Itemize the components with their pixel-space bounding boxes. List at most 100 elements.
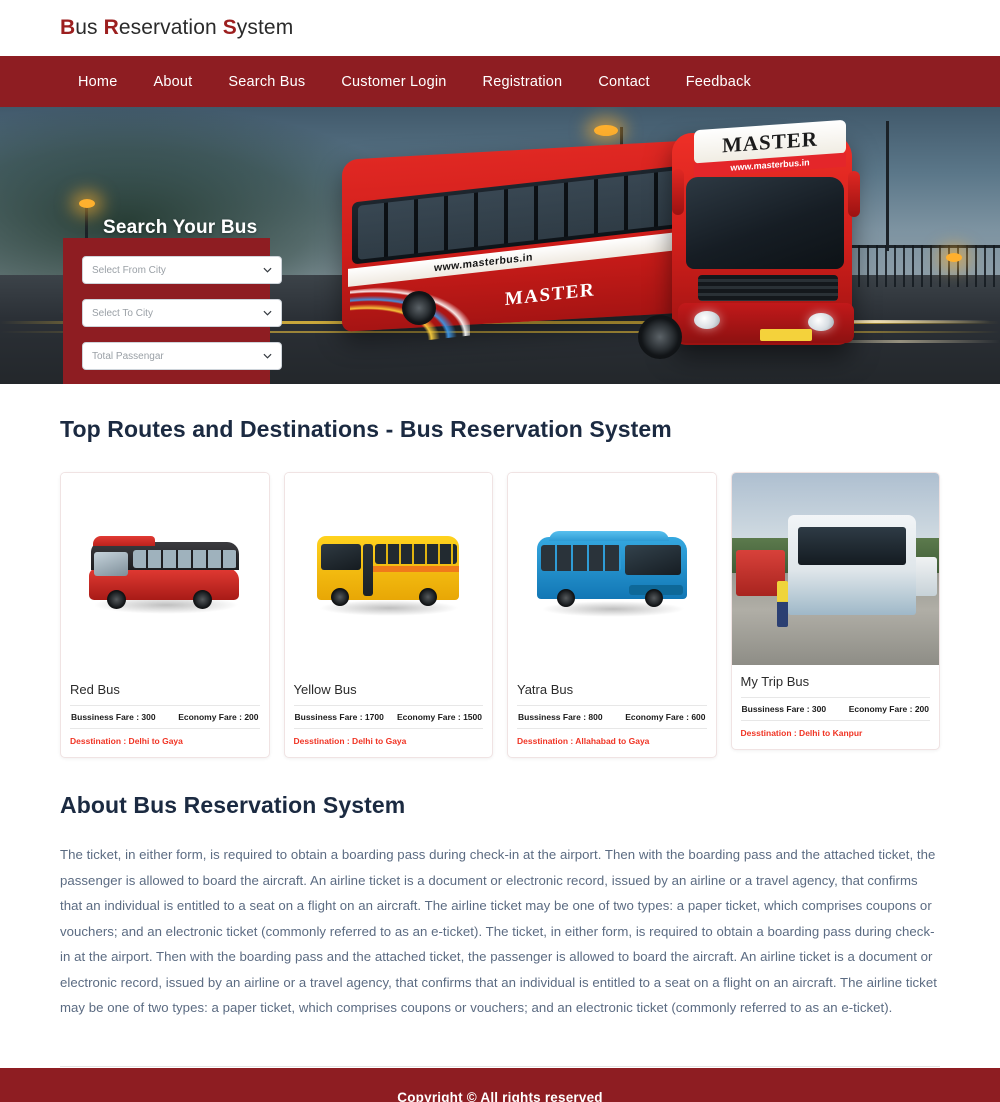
bus-door <box>363 544 374 596</box>
photo-person <box>777 580 788 627</box>
route-card-title: Yatra Bus <box>517 682 574 697</box>
to-city-placeholder: Select To City <box>92 307 153 319</box>
bus-windshield <box>93 552 128 576</box>
site-brand[interactable]: Bus Reservation System <box>60 16 293 40</box>
route-card-image-yatra-bus <box>508 473 716 673</box>
about-heading: About Bus Reservation System <box>60 792 406 818</box>
brand-word-reservation: eservation <box>118 16 223 39</box>
nav-item-contact[interactable]: Contact <box>580 66 667 98</box>
business-fare: Bussiness Fare : 300 <box>741 704 827 714</box>
business-fare: Bussiness Fare : 800 <box>518 712 603 722</box>
bus-mirror-right <box>848 171 860 217</box>
bus-mirror-left <box>672 169 684 215</box>
bus-orange-stripe <box>371 566 460 572</box>
route-card-image-red-bus <box>61 473 269 673</box>
economy-fare: Economy Fare : 200 <box>178 712 259 722</box>
main-navigation: Home About Search Bus Customer Login Reg… <box>0 56 1000 107</box>
nav-item-customer-login[interactable]: Customer Login <box>323 66 464 98</box>
top-routes-heading: Top Routes and Destinations - Bus Reserv… <box>60 416 672 442</box>
content-divider <box>60 1065 940 1067</box>
hero-banner: www.masterbus.in MASTER MASTER www.maste… <box>0 107 1000 384</box>
search-panel-title: Search Your Bus <box>103 217 258 238</box>
route-card-image-yellow-bus <box>284 473 492 673</box>
page-content: Top Routes and Destinations - Bus Reserv… <box>60 384 940 1021</box>
brand-letter-r: R <box>103 16 119 39</box>
chevron-down-icon <box>263 310 272 316</box>
route-card-title: My Trip Bus <box>740 674 810 689</box>
route-card-fares: Bussiness Fare : 300 Economy Fare : 200 <box>740 697 930 721</box>
nav-item-registration[interactable]: Registration <box>465 66 581 98</box>
brand-letter-b: B <box>60 16 76 39</box>
route-card-yatra-bus[interactable]: Yatra Bus Bussiness Fare : 800 Economy F… <box>507 472 717 758</box>
nav-item-search-bus[interactable]: Search Bus <box>210 66 323 98</box>
economy-fare: Economy Fare : 200 <box>848 704 929 714</box>
route-card-fares: Bussiness Fare : 300 Economy Fare : 200 <box>70 705 260 729</box>
bus-wheel-rear <box>419 588 438 606</box>
bus-roof <box>548 531 669 541</box>
photo-main-bus-window <box>797 526 906 566</box>
bus-side-windows <box>375 544 458 564</box>
bus-windshield <box>686 177 844 269</box>
bus-roof-accent <box>92 536 155 546</box>
total-passenger-select[interactable]: Total Passengar <box>82 342 282 370</box>
bus-license-plate <box>760 329 812 341</box>
economy-fare: Economy Fare : 600 <box>625 712 706 722</box>
from-city-placeholder: Select From City <box>92 264 166 276</box>
route-card-red-bus[interactable]: Red Bus Bussiness Fare : 300 Economy Far… <box>60 472 270 758</box>
brand-letter-s: S <box>222 16 237 39</box>
from-city-select[interactable]: Select From City <box>82 256 282 284</box>
bus-wheel-rear <box>556 589 575 607</box>
route-card-destination: Desstination : Allahabad to Gaya <box>517 736 650 746</box>
about-paragraph: The ticket, in either form, is required … <box>60 847 937 1015</box>
nav-item-home[interactable]: Home <box>60 66 135 98</box>
bus-side-windows <box>540 545 621 571</box>
route-card-yellow-bus[interactable]: Yellow Bus Bussiness Fare : 1700 Economy… <box>283 472 493 758</box>
headlight-left <box>694 311 720 329</box>
bus-wheel-rear <box>402 291 436 325</box>
brand-word-system: ystem <box>236 16 294 39</box>
routes-card-list: Red Bus Bussiness Fare : 300 Economy Far… <box>60 472 940 758</box>
route-card-fares: Bussiness Fare : 1700 Economy Fare : 150… <box>293 705 483 729</box>
route-card-destination: Desstination : Delhi to Kanpur <box>740 728 863 738</box>
route-card-fares: Bussiness Fare : 800 Economy Fare : 600 <box>517 705 707 729</box>
hero-bus-illustration: www.masterbus.in MASTER MASTER www.maste… <box>342 119 902 375</box>
route-card-body: Yatra Bus Bussiness Fare : 800 Economy F… <box>508 673 716 757</box>
bus-wheel-front <box>331 588 350 606</box>
chevron-down-icon <box>263 267 272 273</box>
bus-wheel-front <box>644 589 663 607</box>
total-passenger-placeholder: Total Passengar <box>92 350 164 362</box>
nav-item-about[interactable]: About <box>135 66 210 98</box>
chevron-down-icon <box>263 353 272 359</box>
route-card-destination: Desstination : Delhi to Gaya <box>293 736 407 746</box>
red-bus-graphic <box>85 534 245 614</box>
streetlamp-glow-right <box>946 253 962 262</box>
bus-wheel-rear <box>192 590 212 609</box>
yellow-bus-graphic <box>313 530 463 616</box>
to-city-select[interactable]: Select To City <box>82 299 282 327</box>
streetlamp-glow-left <box>79 199 95 208</box>
business-fare: Bussiness Fare : 1700 <box>294 712 384 722</box>
route-card-image-my-trip-bus <box>731 473 939 665</box>
route-card-body: My Trip Bus Bussiness Fare : 300 Economy… <box>732 665 940 749</box>
business-fare: Bussiness Fare : 300 <box>71 712 156 722</box>
route-card-body: Red Bus Bussiness Fare : 300 Economy Far… <box>61 673 269 757</box>
copyright-text: Copyright © All rights reserved <box>397 1090 603 1102</box>
site-footer: Copyright © All rights reserved <box>0 1067 1000 1102</box>
bus-wheel-front <box>638 315 682 359</box>
brand-word-bus: us <box>75 16 104 39</box>
bus-grille <box>698 275 838 301</box>
headlight-right <box>808 313 834 331</box>
search-bus-form: Select From City Select To City Total Pa… <box>63 238 282 384</box>
bus-side-name: MASTER <box>504 279 596 311</box>
bus-windshield <box>624 545 681 575</box>
nav-item-feedback[interactable]: Feedback <box>668 66 769 98</box>
site-header: Bus Reservation System <box>0 0 1000 56</box>
economy-fare: Economy Fare : 1500 <box>396 712 482 722</box>
route-card-title: Red Bus <box>70 682 120 697</box>
route-card-destination: Desstination : Delhi to Gaya <box>70 736 183 746</box>
route-card-body: Yellow Bus Bussiness Fare : 1700 Economy… <box>285 673 493 757</box>
yatra-bus-graphic <box>533 529 691 617</box>
route-card-my-trip-bus[interactable]: My Trip Bus Bussiness Fare : 300 Economy… <box>730 472 940 750</box>
bus-windshield <box>321 544 362 570</box>
bus-wheel-front <box>106 590 126 609</box>
